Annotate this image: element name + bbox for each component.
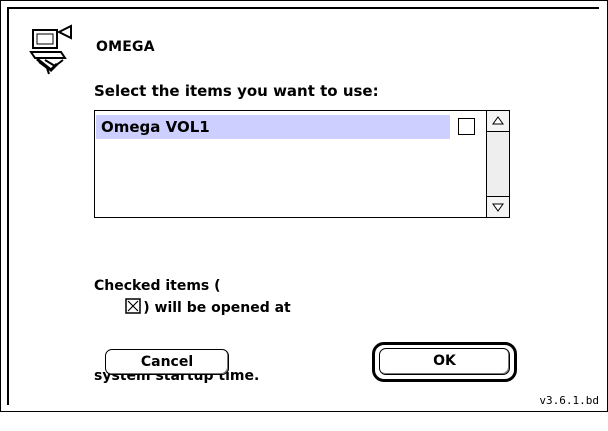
startup-items-list[interactable]: Omega VOL1 — [94, 110, 510, 218]
list-item-checkbox[interactable] — [458, 118, 475, 135]
startup-caption: Checked items ( ) will be opened at syst… — [94, 231, 291, 431]
down-arrow-icon[interactable] — [487, 196, 509, 217]
cancel-button[interactable]: Cancel — [105, 349, 229, 375]
checked-box-icon — [125, 298, 141, 321]
list-scrollbar[interactable] — [486, 111, 509, 217]
caption-text-before: Checked items ( — [94, 278, 221, 294]
startup-items-dialog: OMEGA Select the items you want to use: … — [0, 0, 608, 412]
app-name-label: OMEGA — [96, 39, 155, 55]
instruction-label: Select the items you want to use: — [94, 82, 379, 100]
ok-button[interactable]: OK — [379, 348, 510, 375]
up-arrow-icon[interactable] — [487, 111, 509, 132]
list-item-label: Omega VOL1 — [101, 118, 210, 136]
list-item[interactable]: Omega VOL1 — [96, 115, 450, 139]
version-label: v3.6.1.bd — [539, 394, 599, 407]
computer-startup-icon — [27, 24, 79, 76]
caption-line-1: Checked items ( ) will be opened at — [94, 275, 291, 321]
caption-text-after: ) will be opened at — [143, 300, 291, 316]
